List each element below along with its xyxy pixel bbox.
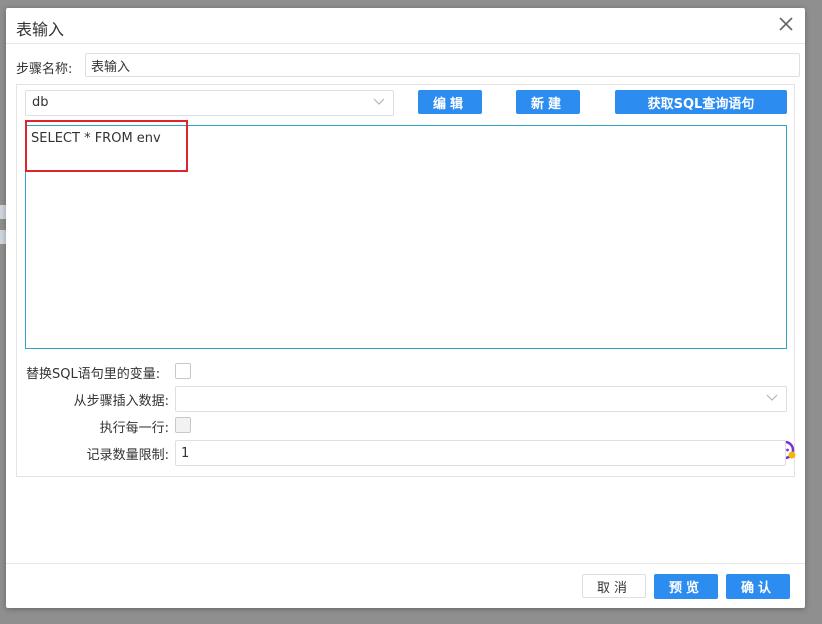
chevron-down-icon xyxy=(766,394,778,401)
row-limit-input[interactable] xyxy=(175,440,786,466)
step-name-input[interactable] xyxy=(85,53,800,77)
cancel-button[interactable]: 取消 xyxy=(582,574,646,598)
insert-from-step-select[interactable] xyxy=(175,386,787,412)
dialog-footer xyxy=(6,563,805,564)
sql-editor-text: SELECT * FROM env xyxy=(31,131,161,146)
preview-button[interactable]: 预览 xyxy=(654,574,718,599)
confirm-button[interactable]: 确认 xyxy=(726,574,790,599)
step-name-label: 步骤名称: xyxy=(16,62,73,77)
execute-each-row-checkbox[interactable] xyxy=(175,417,191,433)
new-connection-button[interactable]: 新建 xyxy=(516,90,580,114)
chevron-down-icon xyxy=(373,98,385,105)
row-limit-label: 记录数量限制: xyxy=(86,448,169,463)
replace-variables-checkbox[interactable] xyxy=(175,363,191,379)
execute-each-row-label: 执行每一行: xyxy=(99,421,169,436)
table-input-dialog: 表输入 步骤名称: db 编辑 新建 获取SQL查询语句 SELECT * FR… xyxy=(6,8,805,608)
get-sql-button[interactable]: 获取SQL查询语句 xyxy=(615,90,787,114)
dialog-header: 表输入 xyxy=(6,8,805,44)
replace-variables-label: 替换SQL语句里的变量: xyxy=(26,367,161,382)
connection-select-value: db xyxy=(32,95,49,110)
insert-from-step-label: 从步骤插入数据: xyxy=(73,394,169,409)
close-icon[interactable] xyxy=(776,14,796,34)
connection-select[interactable]: db xyxy=(25,90,394,116)
sql-editor[interactable]: SELECT * FROM env xyxy=(25,125,796,460)
dialog-title: 表输入 xyxy=(16,20,65,39)
edit-connection-button[interactable]: 编辑 xyxy=(418,90,482,114)
